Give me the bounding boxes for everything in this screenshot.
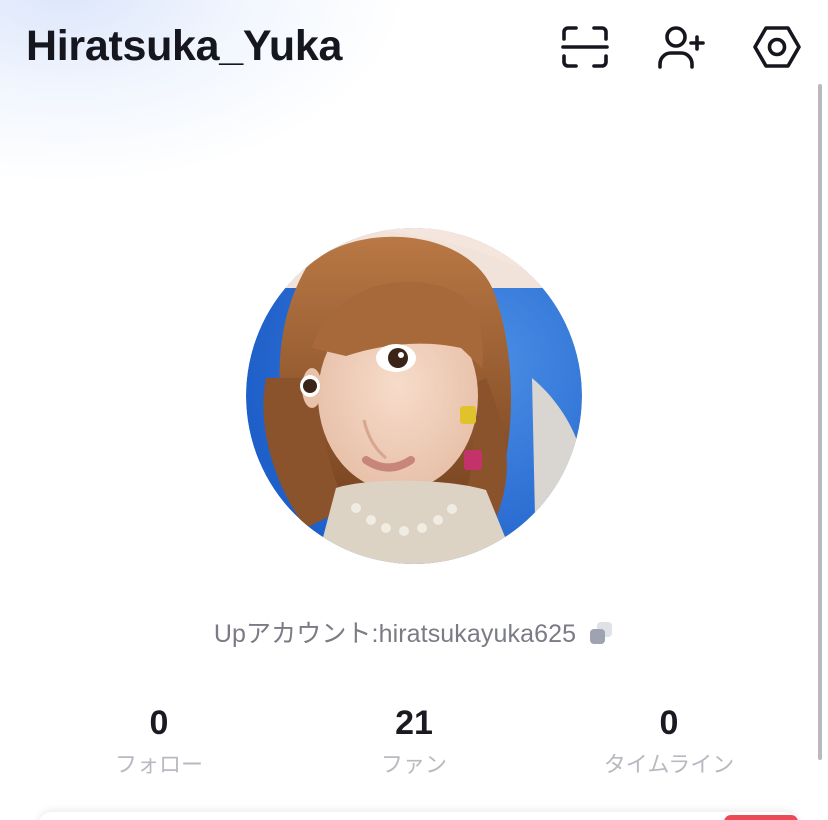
profile-page: Hiratsuka_Yuka Upアカウント:hiratsukayuka625 … [0, 0, 828, 820]
add-user-icon [658, 26, 705, 69]
settings-icon [753, 26, 801, 68]
stat-timeline-label: タイムライン [603, 753, 735, 778]
scan-icon [561, 26, 609, 68]
stat-fans[interactable]: 21 ファン [304, 700, 524, 786]
account-id-text: Upアカウント:hiratsukayuka625 [213, 620, 577, 648]
header-bar: Hiratsuka_Yuka [0, 0, 828, 96]
account-id-row: Upアカウント:hiratsukayuka625 [0, 614, 828, 654]
bottom-card [38, 812, 798, 820]
stat-following[interactable]: 0 フォロー [49, 700, 269, 786]
stat-timeline[interactable]: 0 タイムライン [559, 700, 779, 786]
stat-following-value: 0 [149, 704, 169, 742]
profile-username: Hiratsuka_Yuka [26, 22, 343, 70]
bottom-red-badge [724, 815, 798, 820]
scrollbar[interactable] [818, 84, 822, 760]
stat-fans-value: 21 [395, 704, 433, 742]
stats-row: 0 フォロー 21 ファン 0 タイムライン [0, 700, 828, 790]
avatar-image [246, 228, 582, 564]
settings-button[interactable] [750, 20, 804, 74]
add-user-button[interactable] [654, 20, 708, 74]
stat-timeline-value: 0 [659, 704, 679, 742]
scan-button[interactable] [558, 20, 612, 74]
stat-fans-label: ファン [380, 753, 447, 778]
avatar[interactable] [246, 228, 582, 564]
stat-following-label: フォロー [114, 753, 203, 778]
copy-icon[interactable] [590, 622, 614, 646]
